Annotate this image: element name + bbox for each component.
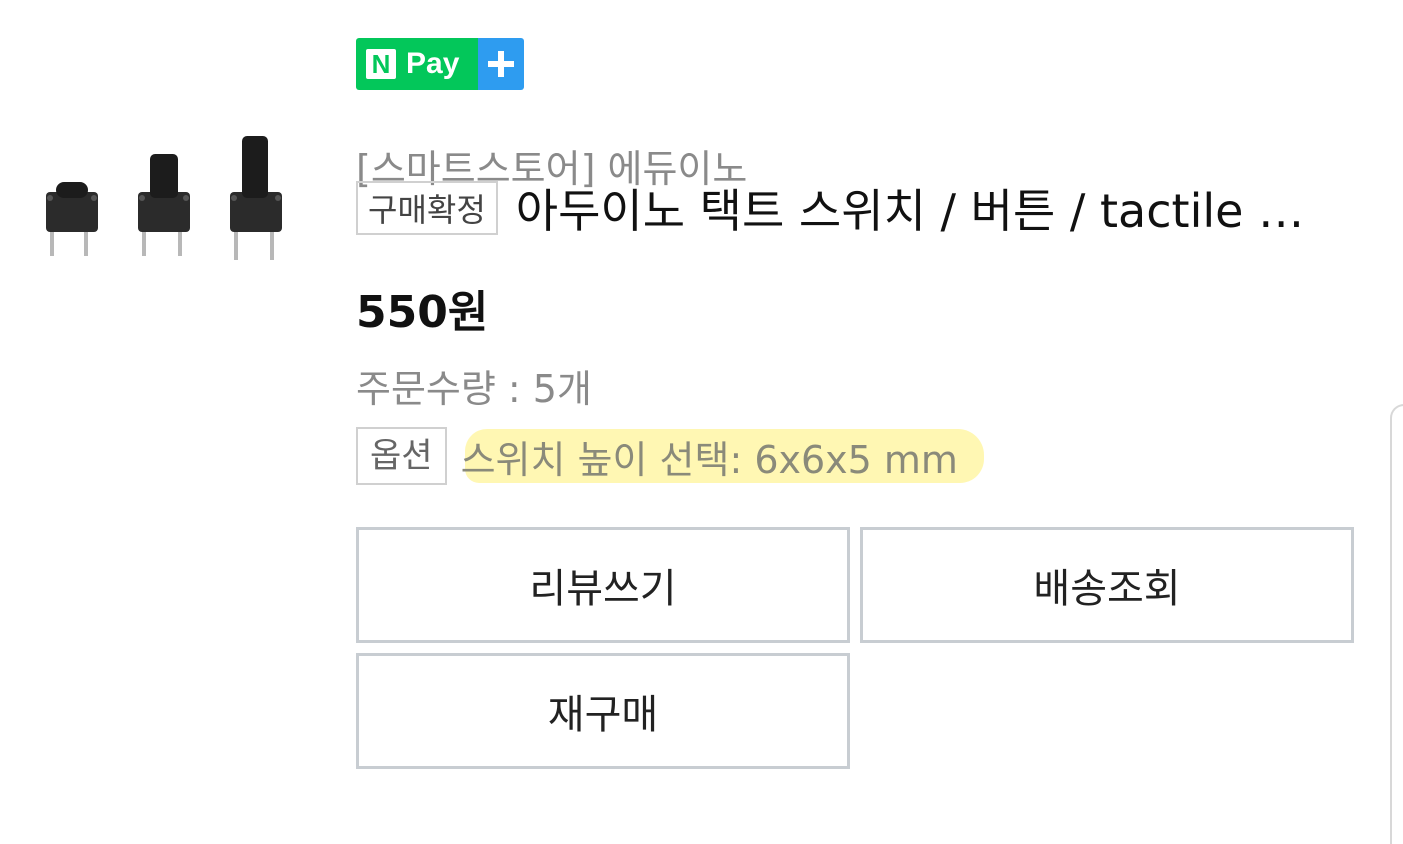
tact-switch-tall-image [230,136,282,260]
product-price: 550원 [356,287,489,338]
purchase-confirmed-badge: 구매확정 [356,181,498,235]
option-row: 옵션 스위치 높이 선택: 6x6x5 mm [356,426,984,486]
track-delivery-button[interactable]: 배송조회 [860,527,1354,643]
product-thumbnail[interactable] [30,120,290,270]
plus-icon [478,38,524,90]
option-value-text: 스위치 높이 선택: 6x6x5 mm [460,437,958,482]
naver-n-icon: N [366,49,396,79]
order-quantity: 주문수량 : 5개 [356,367,592,411]
naver-pay-plus-badge: N Pay [356,38,524,90]
pay-label: Pay [406,47,460,80]
product-title[interactable]: 아두이노 택트 스위치 / 버튼 / tactile switch [516,175,1328,241]
option-badge: 옵션 [356,427,447,485]
adjacent-card-edge [1390,404,1403,844]
tact-switch-short-image [46,182,98,256]
naver-pay-logo: N Pay [356,38,478,90]
repurchase-button[interactable]: 재구매 [356,653,850,769]
option-value: 스위치 높이 선택: 6x6x5 mm [460,428,984,484]
write-review-button[interactable]: 리뷰쓰기 [356,527,850,643]
product-title-row[interactable]: 구매확정 아두이노 택트 스위치 / 버튼 / tactile switch [356,178,1328,238]
tact-switch-medium-image [138,154,190,256]
